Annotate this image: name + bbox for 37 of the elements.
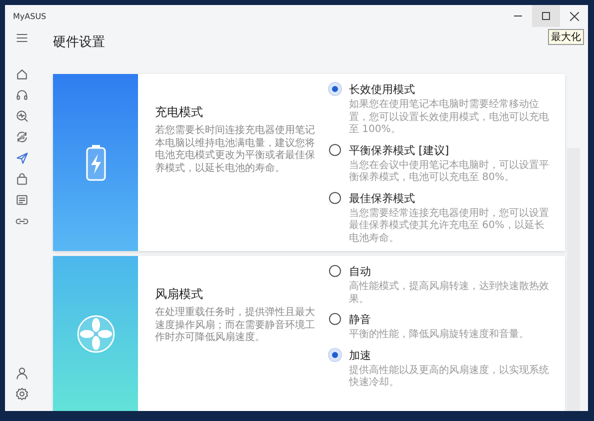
card-description: 在处理重载任务时，提供弹性且最大速度操作风扇；而在需要静音环境工作时亦可降低风扇速度。: [155, 307, 315, 344]
option-label[interactable]: 自动: [349, 264, 553, 279]
page-title: 硬件设置: [53, 34, 105, 51]
radio-button[interactable]: [329, 192, 341, 204]
settings-icon[interactable]: [14, 387, 28, 401]
option-description: 高性能模式，提高风扇转速，达到快速散热效果。: [349, 281, 550, 306]
maximize-button[interactable]: [532, 5, 560, 27]
home-icon[interactable]: [14, 67, 28, 81]
menu-icon[interactable]: [14, 31, 28, 45]
headset-icon[interactable]: [14, 88, 28, 102]
maximize-icon: [542, 12, 550, 20]
scrollbar[interactable]: [567, 148, 580, 411]
option-description: 提供高性能以及更高的风扇速度，以实现系统快速冷却。: [349, 364, 550, 390]
option-description: 如果您在使用笔记本电脑时需要经常移动位置，您可以设置长效使用模式，电池可以充电至 100%。: [349, 99, 550, 136]
refresh-icon[interactable]: [14, 130, 28, 144]
news-icon[interactable]: [14, 193, 28, 207]
diagnosis-icon[interactable]: [14, 109, 28, 123]
tooltip: 最大化: [548, 29, 584, 45]
option-description: 平衡的性能，降低风扇旋转速度和音量。: [349, 329, 529, 342]
option-label[interactable]: 最佳保养模式: [349, 190, 553, 206]
card-title: 充电模式: [155, 104, 204, 121]
card-title: 风扇模式: [155, 286, 204, 303]
card-description: 若您需要长时间连接充电器使用笔记本电脑以维持电池满电量，建议您将电池充电模式更改为平衡或者最佳保养模式，以延长电池的寿命。: [155, 125, 315, 175]
option-description: 当您在会议中使用笔记本电脑时，可以设置平衡保养模式，电池可以充电至 80%。: [349, 160, 550, 184]
window-title: MyASUS: [12, 12, 48, 20]
fan-icon: [76, 314, 116, 354]
option-label[interactable]: 平衡保养模式 [建议]: [349, 142, 553, 158]
radio-button[interactable]: [329, 144, 341, 156]
close-icon: [570, 12, 578, 20]
user-icon[interactable]: [14, 366, 28, 380]
option-label[interactable]: 长效使用模式: [349, 82, 553, 97]
bag-icon[interactable]: [14, 172, 28, 186]
option-description: 当您需要经常连接充电器使用时，您可以设置最佳保养模式使其允许充电至 60%，以延长电池寿命。: [349, 208, 550, 245]
option-label[interactable]: 静音: [349, 312, 529, 327]
radio-button[interactable]: [329, 313, 341, 325]
option-label[interactable]: 加速: [349, 348, 553, 362]
radio-button[interactable]: [329, 265, 341, 277]
